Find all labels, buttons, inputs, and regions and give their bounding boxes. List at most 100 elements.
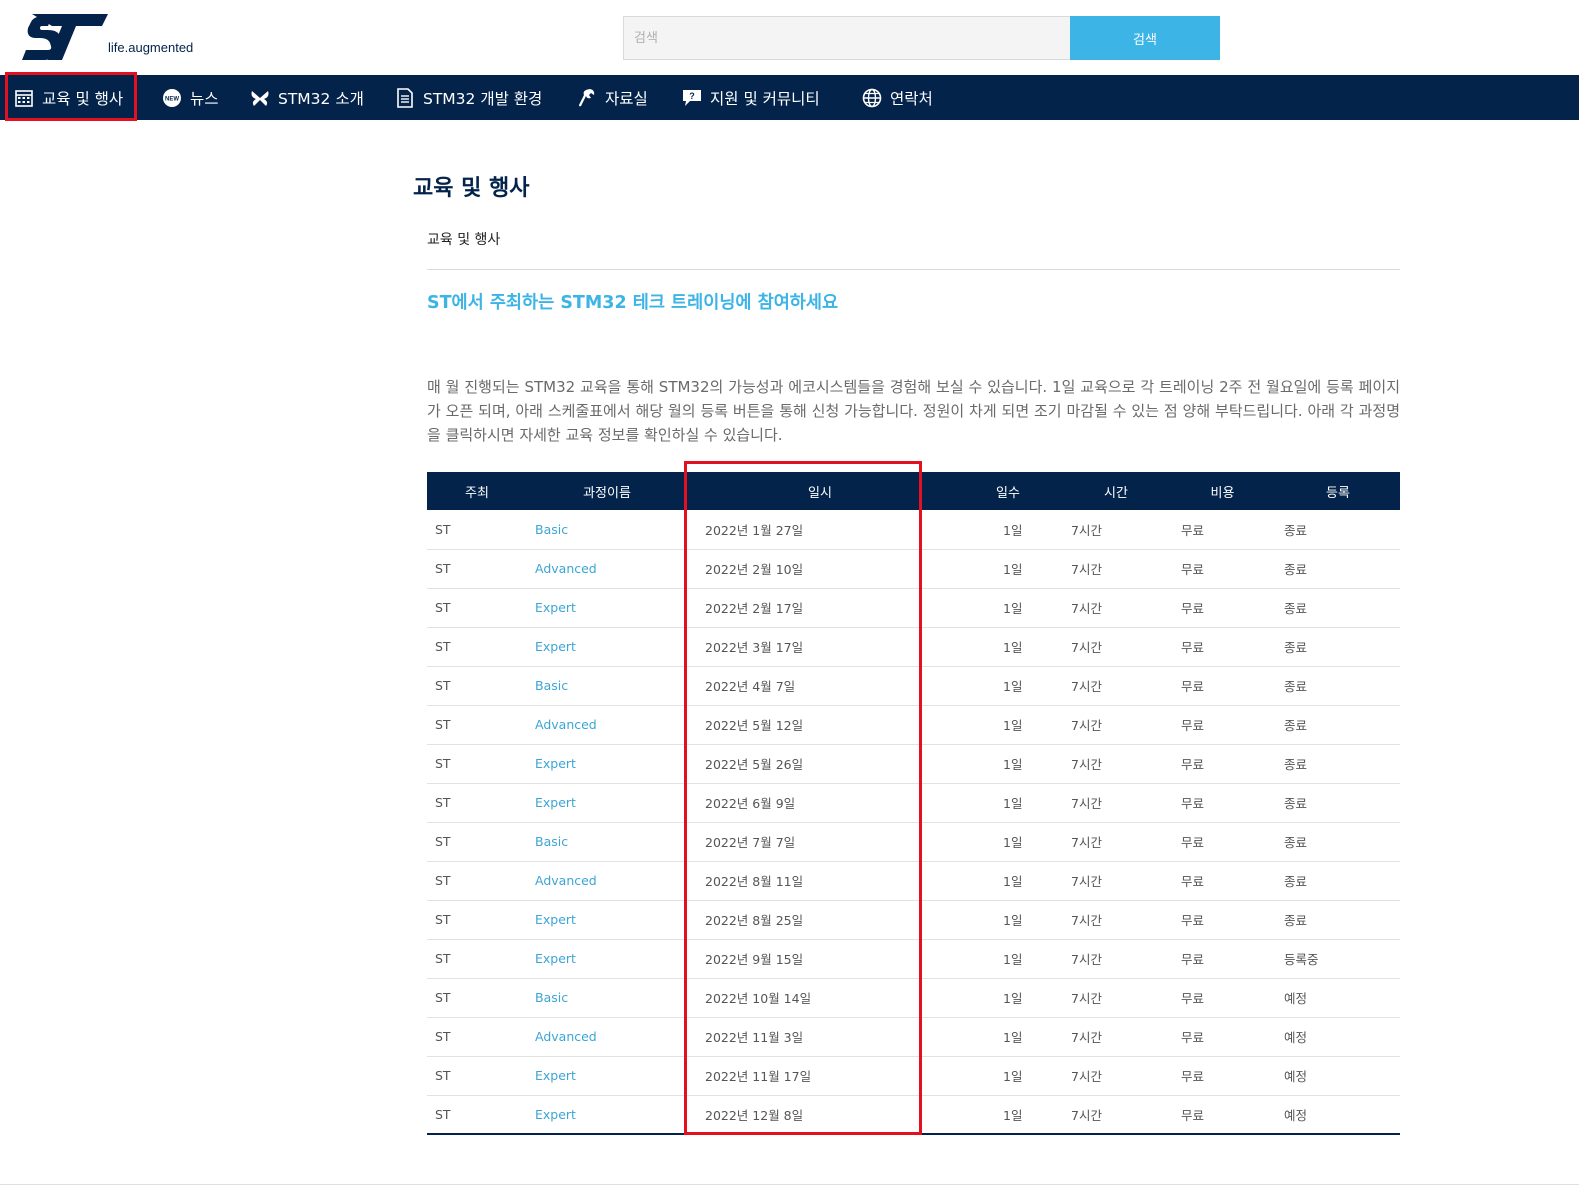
cell-days: 1일 bbox=[953, 1017, 1063, 1057]
course-link[interactable]: Expert bbox=[527, 1056, 687, 1096]
course-link[interactable]: Basic bbox=[527, 666, 687, 706]
cell-hours: 7시간 bbox=[1063, 978, 1169, 1018]
cell-date: 2022년 2월 10일 bbox=[687, 549, 953, 589]
nav-item-news[interactable]: NEW 뉴스 bbox=[162, 75, 219, 120]
nav-item-label: 연락처 bbox=[890, 89, 933, 108]
cell-cost: 무료 bbox=[1169, 510, 1276, 550]
cell-cost: 무료 bbox=[1169, 627, 1276, 667]
header-days: 일수 bbox=[996, 485, 1020, 501]
nav-item-contact[interactable]: 연락처 bbox=[862, 75, 933, 120]
page-title: 교육 및 행사 bbox=[413, 176, 530, 201]
cell-registration: 종료 bbox=[1276, 822, 1400, 862]
cell-cost: 무료 bbox=[1169, 900, 1276, 940]
cell-hours: 7시간 bbox=[1063, 861, 1169, 901]
cell-hours: 7시간 bbox=[1063, 1095, 1169, 1135]
breadcrumb[interactable]: 교육 및 행사 bbox=[427, 229, 500, 249]
course-link[interactable]: Expert bbox=[527, 588, 687, 628]
cell-hours: 7시간 bbox=[1063, 705, 1169, 745]
cell-cost: 무료 bbox=[1169, 822, 1276, 862]
cell-registration: 종료 bbox=[1276, 744, 1400, 784]
table-row: ST Expert 2022년 2월 17일 1일 7시간 무료 종료 bbox=[427, 588, 1400, 628]
cell-cost: 무료 bbox=[1169, 978, 1276, 1018]
table-row: ST Expert 2022년 3월 17일 1일 7시간 무료 종료 bbox=[427, 627, 1400, 667]
course-link[interactable]: Advanced bbox=[527, 1017, 687, 1057]
table-row: ST Advanced 2022년 2월 10일 1일 7시간 무료 종료 bbox=[427, 549, 1400, 589]
cell-host: ST bbox=[427, 783, 527, 823]
course-link[interactable]: Advanced bbox=[527, 549, 687, 589]
nav-item-resources[interactable]: 자료실 bbox=[577, 75, 648, 120]
course-link[interactable]: Expert bbox=[527, 627, 687, 667]
cell-days: 1일 bbox=[953, 510, 1063, 550]
nav-item-label: 자료실 bbox=[605, 89, 648, 108]
cell-days: 1일 bbox=[953, 783, 1063, 823]
butterfly-icon bbox=[250, 88, 270, 108]
course-link[interactable]: Basic bbox=[527, 978, 687, 1018]
course-link[interactable]: Basic bbox=[527, 510, 687, 550]
cell-date: 2022년 6월 9일 bbox=[687, 783, 953, 823]
header-cost: 비용 bbox=[1210, 485, 1235, 501]
cell-cost: 무료 bbox=[1169, 666, 1276, 706]
cell-host: ST bbox=[427, 1095, 527, 1135]
cell-host: ST bbox=[427, 939, 527, 979]
cell-days: 1일 bbox=[953, 666, 1063, 706]
cell-host: ST bbox=[427, 549, 527, 589]
cell-date: 2022년 8월 11일 bbox=[687, 861, 953, 901]
course-link[interactable]: Expert bbox=[527, 783, 687, 823]
course-link[interactable]: Advanced bbox=[527, 861, 687, 901]
table-row: ST Expert 2022년 8월 25일 1일 7시간 무료 종료 bbox=[427, 900, 1400, 940]
cell-registration: 종료 bbox=[1276, 666, 1400, 706]
cell-days: 1일 bbox=[953, 627, 1063, 667]
svg-text:NEW: NEW bbox=[165, 96, 179, 102]
cell-date: 2022년 5월 26일 bbox=[687, 744, 953, 784]
course-link[interactable]: Expert bbox=[527, 939, 687, 979]
cell-hours: 7시간 bbox=[1063, 627, 1169, 667]
course-link[interactable]: Basic bbox=[527, 822, 687, 862]
cell-registration: 종료 bbox=[1276, 705, 1400, 745]
cell-cost: 무료 bbox=[1169, 549, 1276, 589]
cell-days: 1일 bbox=[953, 822, 1063, 862]
search-input[interactable] bbox=[623, 16, 1071, 60]
cell-registration: 종료 bbox=[1276, 627, 1400, 667]
cell-date: 2022년 11월 3일 bbox=[687, 1017, 953, 1057]
search-button[interactable]: 검색 bbox=[1070, 16, 1220, 60]
course-link[interactable]: Expert bbox=[527, 900, 687, 940]
nav-item-education[interactable]: 교육 및 행사 bbox=[14, 75, 123, 120]
cell-days: 1일 bbox=[953, 978, 1063, 1018]
calendar-icon bbox=[14, 88, 34, 108]
header-registration: 등록 bbox=[1326, 485, 1350, 501]
cell-registration: 종료 bbox=[1276, 588, 1400, 628]
course-link[interactable]: Expert bbox=[527, 744, 687, 784]
table-row: ST Basic 2022년 4월 7일 1일 7시간 무료 종료 bbox=[427, 666, 1400, 706]
cell-cost: 무료 bbox=[1169, 1095, 1276, 1135]
cell-cost: 무료 bbox=[1169, 939, 1276, 979]
nav-item-label: 지원 및 커뮤니티 bbox=[710, 89, 820, 108]
cell-date: 2022년 1월 27일 bbox=[687, 510, 953, 550]
nav-item-support[interactable]: ? 지원 및 커뮤니티 bbox=[682, 75, 820, 120]
cell-date: 2022년 12월 8일 bbox=[687, 1095, 953, 1135]
cell-cost: 무료 bbox=[1169, 588, 1276, 628]
nav-item-dev-env[interactable]: STM32 개발 환경 bbox=[395, 75, 542, 120]
footer-divider bbox=[0, 1184, 1579, 1185]
table-row: ST Advanced 2022년 11월 3일 1일 7시간 무료 예정 bbox=[427, 1017, 1400, 1057]
cell-hours: 7시간 bbox=[1063, 783, 1169, 823]
cell-host: ST bbox=[427, 705, 527, 745]
st-logo[interactable]: life.augmented bbox=[18, 12, 218, 64]
table-row: ST Advanced 2022년 8월 11일 1일 7시간 무료 종료 bbox=[427, 861, 1400, 901]
cell-date: 2022년 11월 17일 bbox=[687, 1056, 953, 1096]
header-hours: 시간 bbox=[1104, 485, 1128, 501]
course-link[interactable]: Advanced bbox=[527, 705, 687, 745]
course-link[interactable]: Expert bbox=[527, 1095, 687, 1135]
cell-host: ST bbox=[427, 978, 527, 1018]
cell-registration: 예정 bbox=[1276, 1095, 1400, 1135]
globe-icon bbox=[862, 88, 882, 108]
cell-registration: 종료 bbox=[1276, 510, 1400, 550]
cell-hours: 7시간 bbox=[1063, 1017, 1169, 1057]
nav-item-stm32-intro[interactable]: STM32 소개 bbox=[250, 75, 364, 120]
table-row: ST Expert 2022년 12월 8일 1일 7시간 무료 예정 bbox=[427, 1095, 1400, 1135]
cell-cost: 무료 bbox=[1169, 705, 1276, 745]
cell-registration: 등록중 bbox=[1276, 939, 1400, 979]
cell-host: ST bbox=[427, 900, 527, 940]
cell-days: 1일 bbox=[953, 744, 1063, 784]
nav-item-label: 뉴스 bbox=[190, 89, 219, 108]
cell-cost: 무료 bbox=[1169, 1056, 1276, 1096]
